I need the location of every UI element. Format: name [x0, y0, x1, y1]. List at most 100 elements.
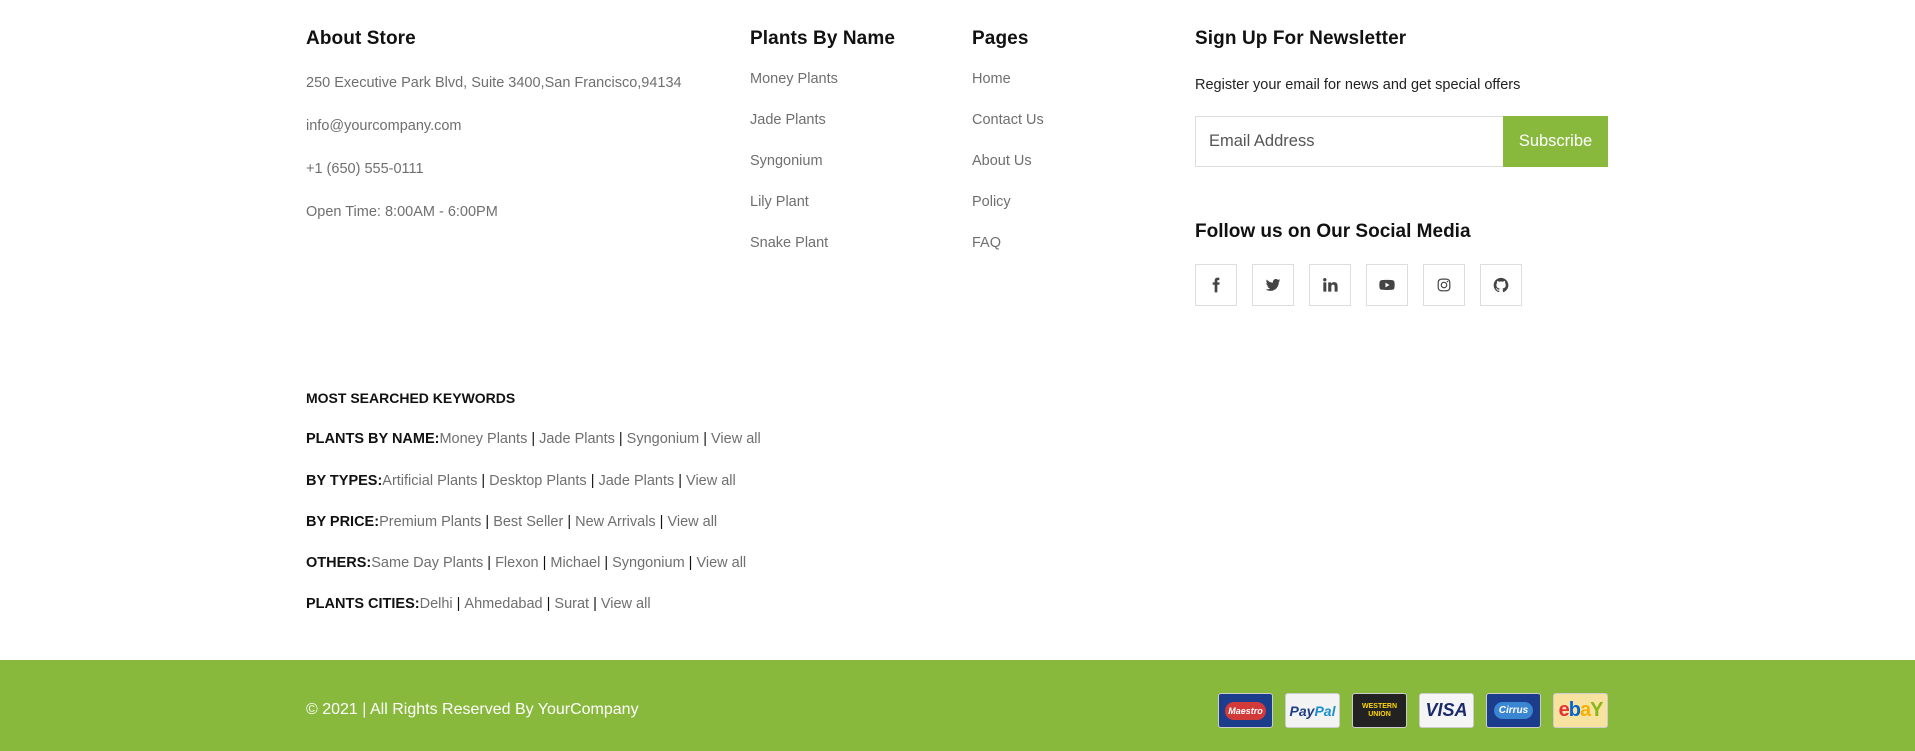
github-icon — [1493, 277, 1509, 293]
plant-link-lily-plant[interactable]: Lily Plant — [750, 194, 809, 210]
keyword-link[interactable]: Desktop Plants — [489, 473, 587, 489]
visa-label: VISA — [1425, 700, 1468, 720]
keyword-row-label: OTHERS: — [306, 555, 372, 571]
keyword-separator: | — [590, 473, 595, 489]
maestro-card-icon: Maestro — [1218, 693, 1273, 728]
plant-link-money-plants[interactable]: Money Plants — [750, 71, 838, 87]
subscribe-button[interactable]: Subscribe — [1503, 116, 1608, 167]
ebay-letter-a: a — [1579, 699, 1591, 721]
ebay-letter-y: Y — [1590, 699, 1603, 721]
paypal-icon: Pay Pal — [1285, 693, 1340, 728]
keyword-separator: | — [604, 555, 609, 571]
plants-by-name-heading: Plants By Name — [750, 28, 896, 49]
plant-link-syngonium[interactable]: Syngonium — [750, 153, 823, 169]
github-link[interactable] — [1480, 264, 1522, 306]
view-all-link[interactable]: View all — [601, 596, 651, 612]
instagram-link[interactable] — [1423, 264, 1465, 306]
ebay-letter-b: b — [1568, 699, 1581, 721]
cirrus-card-icon: Cirrus — [1486, 693, 1541, 728]
keyword-link[interactable]: Michael — [550, 555, 600, 571]
view-all-link[interactable]: View all — [696, 555, 746, 571]
store-hours: Open Time: 8:00AM - 6:00PM — [306, 204, 498, 220]
youtube-link[interactable] — [1366, 264, 1408, 306]
keyword-link[interactable]: Delhi — [420, 596, 453, 612]
paypal-label-pal: Pal — [1314, 702, 1336, 719]
keyword-link[interactable]: Jade Plants — [598, 473, 674, 489]
keyword-row-plants-cities: PLANTS CITIES:Delhi | Ahmedabad | Surat | View… — [306, 596, 651, 612]
keyword-separator: | — [593, 596, 597, 612]
visa-card-icon: VISA — [1419, 693, 1474, 728]
western-union-label-bottom: UNION — [1368, 710, 1391, 718]
keyword-link[interactable]: Syngonium — [627, 431, 700, 447]
keyword-row-by-types: BY TYPES:Artificial Plants | Desktop Plant… — [306, 473, 736, 489]
keyword-row-plants-by-name: PLANTS BY NAME:Money Plants | Jade Plants |… — [306, 431, 761, 447]
about-store-column: About Store 250 Executive Park Blvd, Sui… — [306, 28, 736, 220]
social-links — [1195, 264, 1522, 306]
western-union-label-top: WESTERN — [1362, 702, 1397, 710]
plant-link-snake-plant[interactable]: Snake Plant — [750, 235, 828, 251]
keyword-link[interactable]: Surat — [554, 596, 589, 612]
facebook-link[interactable] — [1195, 264, 1237, 306]
view-all-link[interactable]: View all — [686, 473, 736, 489]
keyword-separator: | — [703, 431, 707, 447]
keyword-link[interactable]: Ahmedabad — [464, 596, 542, 612]
western-union-label: WESTERN UNION — [1362, 703, 1397, 719]
keyword-separator: | — [678, 473, 683, 489]
email-input[interactable] — [1195, 116, 1503, 167]
youtube-icon — [1379, 279, 1395, 290]
western-union-icon: WESTERN UNION — [1352, 693, 1407, 728]
copyright-text: © 2021 | All Rights Reserved By YourComp… — [306, 701, 639, 718]
pages-heading: Pages — [972, 28, 1029, 49]
pages-column: Pages Home Contact Us About Us Policy FA… — [972, 28, 1172, 251]
newsletter-column: Sign Up For Newsletter Register your ema… — [1195, 28, 1615, 306]
linkedin-link[interactable] — [1309, 264, 1351, 306]
store-phone[interactable]: +1 (650) 555-0111 — [306, 161, 424, 177]
keyword-row-by-price: BY PRICE:Premium Plants | Best Seller | New … — [306, 514, 717, 530]
payment-methods: Maestro Pay Pal WESTERN UNION VISA Cirrus … — [1218, 693, 1608, 728]
plant-link-jade-plants[interactable]: Jade Plants — [750, 112, 826, 128]
keyword-row-label: BY PRICE: — [306, 514, 380, 530]
ebay-icon: ebaY — [1553, 693, 1608, 728]
page-link-faq[interactable]: FAQ — [972, 235, 1001, 251]
keyword-link[interactable]: Money Plants — [439, 431, 527, 447]
social-heading: Follow us on Our Social Media — [1195, 221, 1471, 242]
keyword-separator: | — [456, 596, 461, 612]
cirrus-label: Cirrus — [1493, 702, 1534, 719]
store-email[interactable]: info@yourcompany.com — [306, 118, 462, 134]
facebook-icon — [1212, 277, 1220, 293]
keywords-title: MOST SEARCHED KEYWORDS — [306, 390, 516, 406]
keyword-link[interactable]: Syngonium — [612, 555, 685, 571]
view-all-link[interactable]: View all — [711, 431, 761, 447]
page-link-contact-us[interactable]: Contact Us — [972, 112, 1044, 128]
keyword-separator: | — [546, 596, 551, 612]
keyword-link[interactable]: Same Day Plants — [371, 555, 483, 571]
footer-top: About Store 250 Executive Park Blvd, Sui… — [0, 0, 1915, 660]
about-store-heading: About Store — [306, 28, 416, 49]
keyword-separator: | — [481, 473, 486, 489]
keyword-link[interactable]: Jade Plants — [539, 431, 615, 447]
keyword-link[interactable]: Premium Plants — [379, 514, 481, 530]
keyword-row-label: PLANTS BY NAME: — [306, 431, 440, 447]
twitter-link[interactable] — [1252, 264, 1294, 306]
keyword-separator: | — [659, 514, 664, 530]
page-link-about-us[interactable]: About Us — [972, 153, 1032, 169]
newsletter-form: Subscribe — [1195, 116, 1608, 167]
keyword-separator: | — [531, 431, 536, 447]
keyword-link[interactable]: Best Seller — [493, 514, 563, 530]
keyword-link[interactable]: Flexon — [495, 555, 539, 571]
keyword-link[interactable]: Artificial Plants — [382, 473, 477, 489]
footer-bottom-bar: © 2021 | All Rights Reserved By YourComp… — [0, 660, 1915, 751]
plants-by-name-column: Plants By Name Money Plants Jade Plants … — [750, 28, 950, 251]
view-all-link[interactable]: View all — [667, 514, 717, 530]
ebay-letter-e: e — [1558, 699, 1570, 721]
keyword-separator: | — [618, 431, 623, 447]
keyword-separator: | — [542, 555, 547, 571]
page-link-policy[interactable]: Policy — [972, 194, 1011, 210]
linkedin-icon — [1323, 278, 1338, 292]
twitter-icon — [1265, 279, 1281, 291]
keyword-separator: | — [485, 514, 490, 530]
keyword-row-others: OTHERS:Same Day Plants | Flexon | Michael | Sy… — [306, 555, 746, 571]
page-link-home[interactable]: Home — [972, 71, 1011, 87]
store-address: 250 Executive Park Blvd, Suite 3400,San … — [306, 75, 682, 91]
keyword-link[interactable]: New Arrivals — [575, 514, 656, 530]
